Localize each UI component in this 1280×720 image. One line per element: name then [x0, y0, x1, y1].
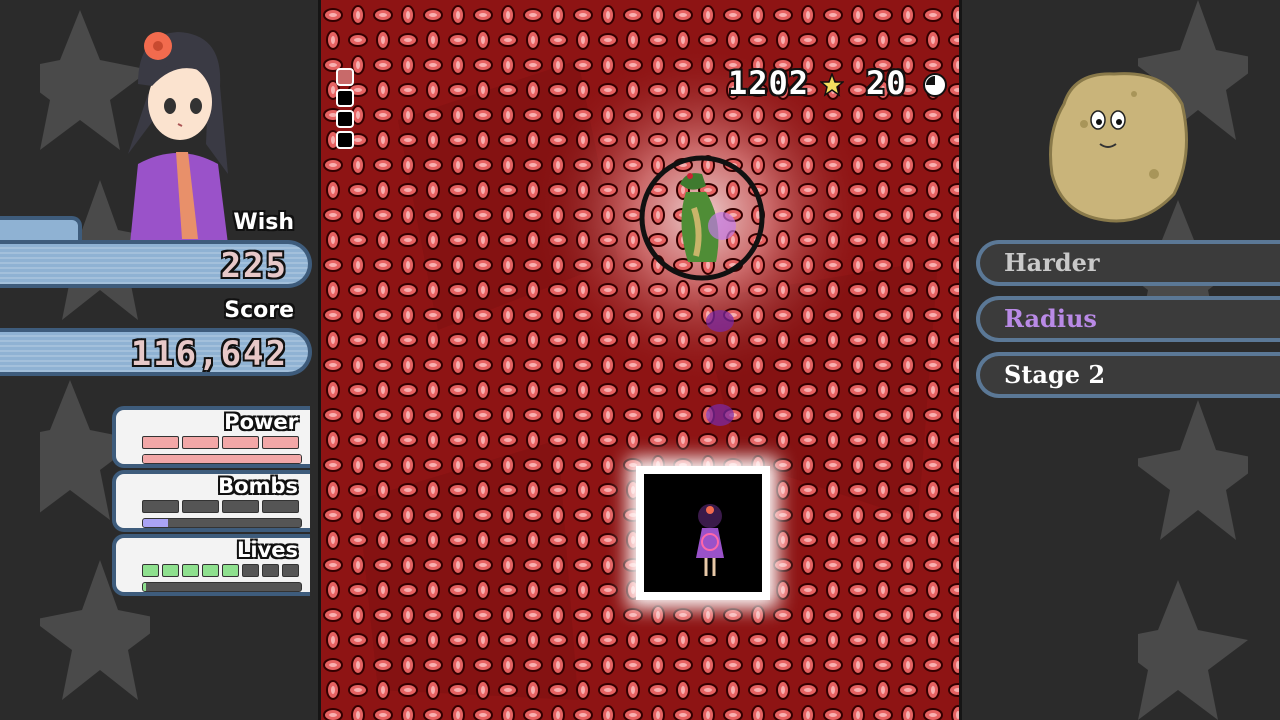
resource-cell [222, 564, 239, 577]
bombs-box: Bombs [112, 470, 310, 532]
wish-bar: 225 [0, 240, 312, 288]
rock-boss-portrait [1049, 72, 1188, 223]
resource-cell [142, 500, 179, 513]
power-box: Power [112, 406, 310, 468]
resource-cell [182, 564, 199, 577]
clock-icon [923, 73, 947, 97]
resource-cell [222, 500, 259, 513]
item-slot [336, 68, 354, 86]
menu-item-harder[interactable]: Harder [976, 240, 1280, 286]
bombs-gauge [142, 518, 302, 528]
playfield-border-left [318, 0, 321, 720]
player-portrait [128, 32, 228, 244]
score-bar: 116,642 [0, 328, 312, 376]
wish-value: 225 [220, 246, 288, 286]
lives-cells [142, 564, 299, 577]
resource-cell [262, 436, 299, 449]
resource-cell [222, 436, 259, 449]
resource-cell [162, 564, 179, 577]
power-gauge [142, 454, 302, 464]
resource-cell [142, 436, 179, 449]
playfield [318, 0, 962, 720]
power-label: Power [224, 410, 298, 434]
power-gauge-fill [143, 455, 301, 463]
player-focus-window [636, 466, 770, 600]
score-value: 116,642 [130, 334, 288, 374]
resource-cell [202, 564, 219, 577]
resource-cell [242, 564, 259, 577]
item-slot [336, 131, 354, 149]
wish-label: Wish [233, 210, 294, 235]
lives-box: Lives [112, 534, 310, 596]
resource-cell [182, 500, 219, 513]
timer-value: 20 [866, 64, 907, 102]
resource-cell [182, 436, 219, 449]
score-label: Score [224, 298, 294, 323]
player-sprite [696, 504, 724, 576]
boss-sprite [639, 155, 765, 281]
bombs-cells [142, 500, 299, 513]
bullet-field [318, 0, 962, 720]
item-slot [336, 89, 354, 107]
menu-item-radius[interactable]: Radius [976, 296, 1280, 342]
power-cells [142, 436, 299, 449]
menu-item-harder-label: Harder [1004, 248, 1100, 277]
left-panel: 225 Wish 116,642 Score Power Bombs Lives [0, 0, 318, 720]
lives-gauge-fill [143, 583, 147, 591]
resource-cell [262, 564, 279, 577]
menu-item-stage-label: Stage 2 [1004, 360, 1106, 389]
resource-cell [142, 564, 159, 577]
resource-cell [282, 564, 299, 577]
item-slot [336, 110, 354, 128]
bombs-label: Bombs [218, 474, 298, 498]
lives-gauge [142, 582, 302, 592]
item-slots [336, 68, 354, 152]
menu-item-radius-label: Radius [1004, 304, 1097, 333]
bombs-gauge-fill [143, 519, 169, 527]
star-count: 1202 [728, 64, 810, 102]
menu-item-stage[interactable]: Stage 2 [976, 352, 1280, 398]
resource-cell [262, 500, 299, 513]
enemy-orb [706, 404, 734, 426]
star-icon [820, 73, 844, 97]
enemy-orb [706, 310, 734, 332]
lives-label: Lives [236, 538, 298, 562]
